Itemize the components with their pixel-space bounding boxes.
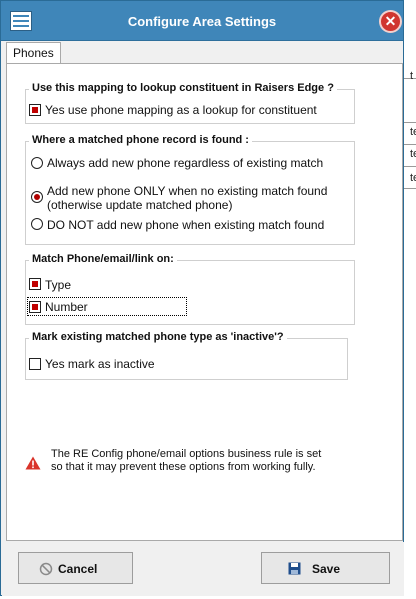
radio-add-only-no-match[interactable]: [31, 191, 43, 203]
background-text: t: [410, 70, 414, 82]
radio-always-add[interactable]: [31, 157, 43, 169]
inactive-label[interactable]: Yes mark as inactive: [45, 357, 155, 371]
inactive-group-title: Mark existing matched phone type as 'ina…: [29, 331, 287, 343]
lookup-option-label[interactable]: Yes use phone mapping as a lookup for co…: [45, 103, 317, 117]
background-divider: [403, 188, 416, 189]
radio-do-not-add-label[interactable]: DO NOT add new phone when existing match…: [47, 218, 324, 232]
match-number-label[interactable]: Number: [45, 300, 88, 314]
match-number-checkbox[interactable]: [29, 301, 41, 313]
background-divider: [403, 122, 416, 123]
background-text: te: [410, 172, 416, 184]
background-divider: [403, 166, 416, 167]
cancel-label: Cancel: [58, 562, 98, 576]
match-on-group-title: Match Phone/email/link on:: [29, 253, 177, 265]
cancel-button[interactable]: Cancel: [18, 552, 133, 584]
background-text: te: [410, 148, 416, 160]
cancel-icon: [39, 562, 53, 576]
lookup-group-title: Use this mapping to lookup constituent i…: [29, 82, 337, 94]
radio-do-not-add[interactable]: [31, 218, 43, 230]
inactive-checkbox[interactable]: [29, 358, 41, 370]
configure-area-dialog: Configure Area Settings ✕ Phones Use thi…: [0, 0, 404, 596]
dialog-footer: Cancel Save: [2, 542, 404, 596]
radio-add-only-no-match-label[interactable]: Add new phone ONLY when no existing matc…: [47, 184, 327, 212]
match-found-group-title: Where a matched phone record is found :: [29, 134, 252, 146]
title-bar[interactable]: Configure Area Settings ✕: [1, 1, 403, 41]
radio-add-only-line2: (otherwise update matched phone): [47, 198, 233, 212]
lookup-checkbox[interactable]: [29, 104, 41, 116]
warning-line-2: so that it may prevent these options fro…: [51, 461, 316, 473]
warning-icon: [25, 456, 41, 470]
radio-add-only-line1: Add new phone ONLY when no existing matc…: [47, 184, 328, 198]
save-label: Save: [312, 562, 341, 576]
warning-message: The RE Config phone/email options busine…: [51, 448, 321, 474]
tab-phones[interactable]: Phones: [6, 42, 61, 64]
close-icon: ✕: [384, 13, 397, 29]
background-divider: [403, 144, 416, 145]
radio-always-add-label[interactable]: Always add new phone regardless of exist…: [47, 156, 323, 170]
background-window: t te te te: [403, 40, 416, 599]
background-text: te: [410, 126, 416, 138]
window-title: Configure Area Settings: [127, 14, 277, 29]
match-type-label[interactable]: Type: [45, 278, 71, 292]
phones-tab-panel: Use this mapping to lookup constituent i…: [6, 63, 403, 541]
floppy-disk-icon: [288, 562, 301, 575]
warning-line-1: The RE Config phone/email options busine…: [51, 448, 322, 460]
close-button[interactable]: ✕: [379, 10, 402, 33]
save-button[interactable]: Save: [261, 552, 390, 584]
match-type-checkbox[interactable]: [29, 278, 41, 290]
